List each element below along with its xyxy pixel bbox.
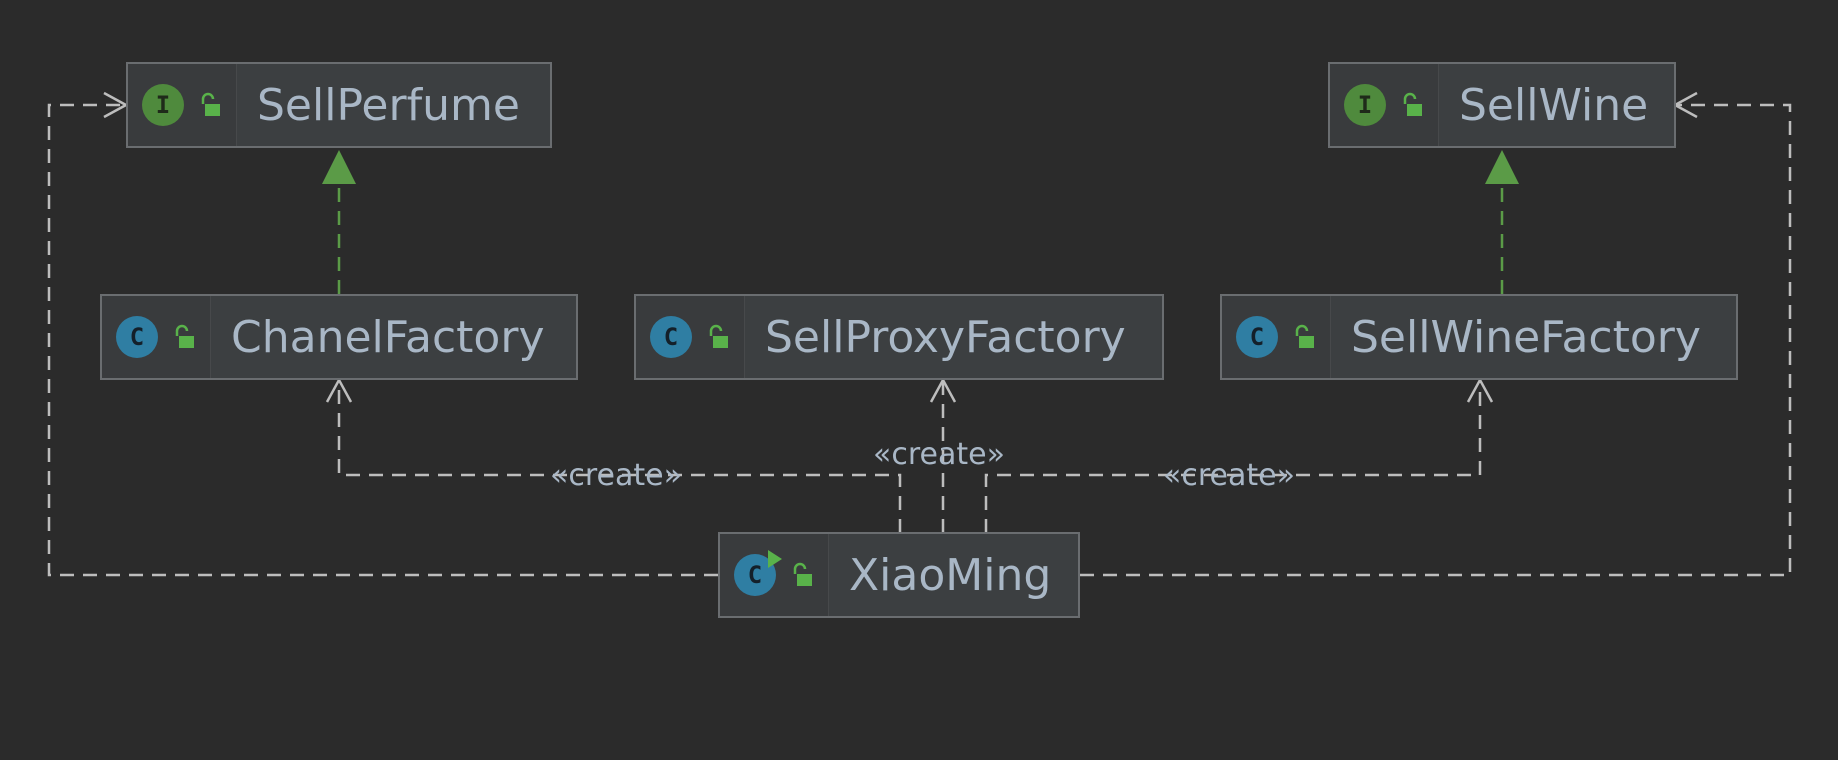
public-access-icon <box>793 562 812 586</box>
interface-icon: I <box>142 84 184 126</box>
public-access-icon <box>709 324 728 348</box>
class-name: ChanelFactory <box>231 311 545 363</box>
node-icons: I <box>1330 64 1439 146</box>
class-name: SellWineFactory <box>1351 311 1701 363</box>
node-icons: I <box>128 64 237 146</box>
triangle-arrowhead-sellperfume <box>322 150 356 184</box>
create-label-sellproxyfactory: «create» <box>873 437 1005 472</box>
create-label-sellwinefactory: «create» <box>1163 458 1295 493</box>
class-name: SellProxyFactory <box>765 311 1126 363</box>
node-chanelfactory[interactable]: C ChanelFactory <box>100 294 578 380</box>
class-name: SellWine <box>1459 79 1649 131</box>
node-sellwine[interactable]: I SellWine <box>1328 62 1676 148</box>
class-name: XiaoMing <box>849 549 1052 601</box>
runnable-class-icon: C <box>734 550 782 596</box>
create-label-chanelfactory: «create» <box>550 458 682 493</box>
triangle-arrowhead-sellwine <box>1485 150 1519 184</box>
public-access-icon <box>175 324 194 348</box>
uml-class-diagram: «create» «create» «create» I SellPerfume… <box>0 0 1838 760</box>
node-sellwinefactory[interactable]: C SellWineFactory <box>1220 294 1738 380</box>
public-access-icon <box>1403 92 1422 116</box>
node-icons: C <box>636 296 745 378</box>
class-icon: C <box>650 316 692 358</box>
class-name: SellPerfume <box>257 79 520 131</box>
node-icons: C <box>1222 296 1331 378</box>
node-icons: C <box>720 534 829 616</box>
node-icons: C <box>102 296 211 378</box>
node-xiaoming[interactable]: C XiaoMing <box>718 532 1080 618</box>
interface-icon: I <box>1344 84 1386 126</box>
class-icon: C <box>116 316 158 358</box>
node-sellperfume[interactable]: I SellPerfume <box>126 62 552 148</box>
node-sellproxyfactory[interactable]: C SellProxyFactory <box>634 294 1164 380</box>
public-access-icon <box>1295 324 1314 348</box>
run-marker-icon <box>768 550 782 568</box>
public-access-icon <box>201 92 220 116</box>
class-icon: C <box>1236 316 1278 358</box>
